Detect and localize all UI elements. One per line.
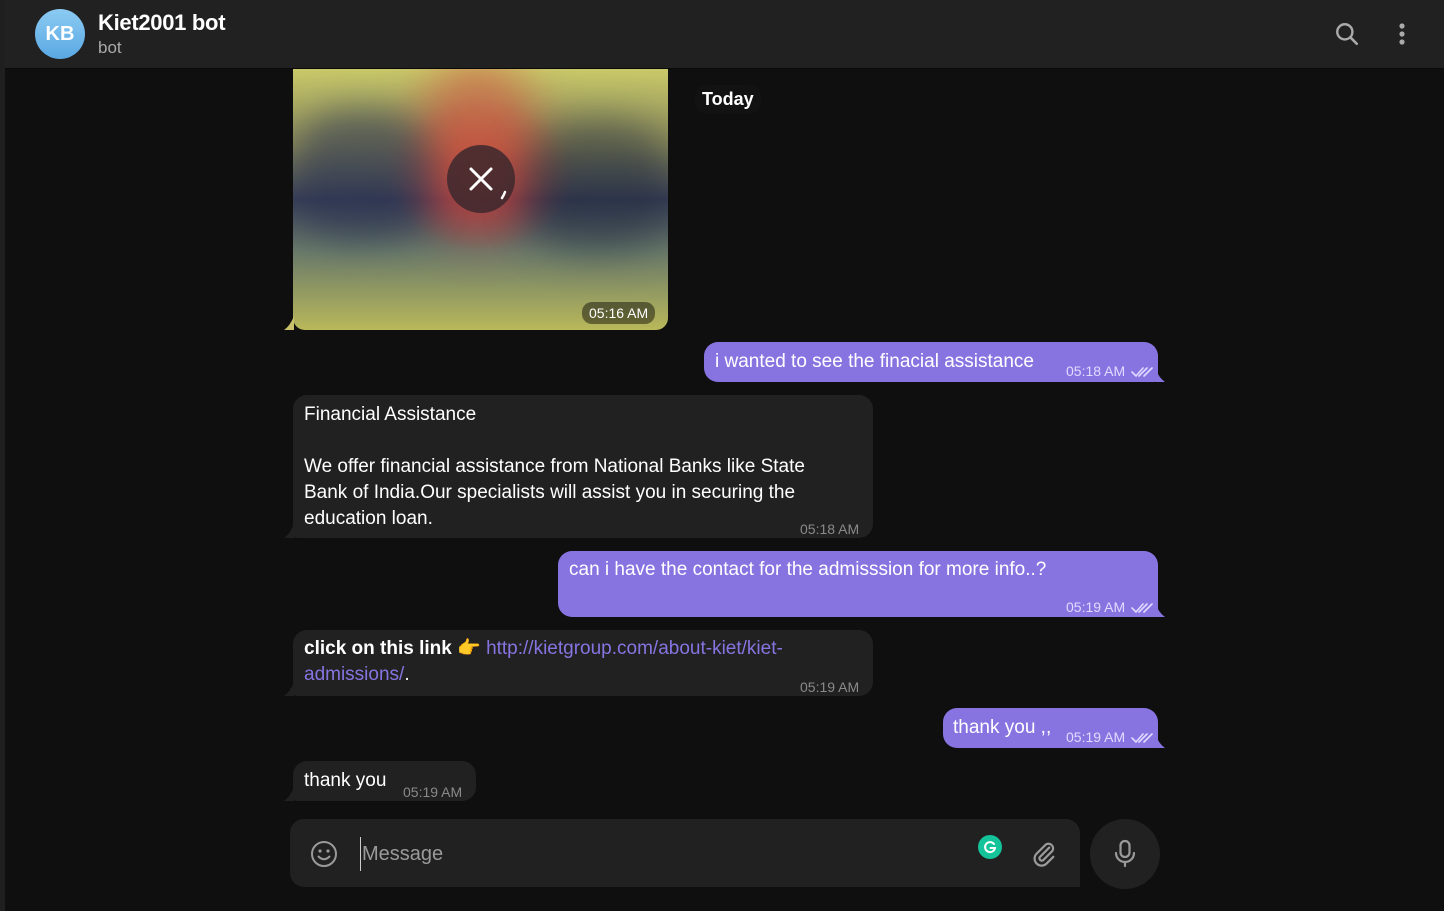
chat-title[interactable]: Kiet2001 bot xyxy=(98,10,226,36)
message-time: 05:18 AM xyxy=(1066,363,1126,379)
smile-icon xyxy=(311,841,337,867)
message-input[interactable] xyxy=(360,837,924,871)
message-time: 05:19 AM xyxy=(1066,729,1126,745)
media-blur xyxy=(293,109,433,239)
bubble-tail xyxy=(1155,734,1165,748)
message-text: can i have the contact for the admisssio… xyxy=(569,559,1047,580)
message-bubble-incoming[interactable]: Financial Assistance We offer financial … xyxy=(293,395,873,538)
message-bubble-outgoing[interactable]: i wanted to see the finacial assistance … xyxy=(704,342,1158,382)
date-divider: Today xyxy=(695,85,761,114)
bubble-tail xyxy=(284,524,294,538)
message-text: thank you ,, xyxy=(953,717,1052,738)
message-text-bold: click on this link xyxy=(304,638,452,659)
message-text: thank you xyxy=(304,770,387,791)
message-text: We offer financial assistance from Natio… xyxy=(304,456,805,529)
double-check-icon xyxy=(1131,367,1153,378)
message-text: . xyxy=(404,664,410,685)
more-options-button[interactable] xyxy=(1383,15,1421,53)
chat-subtitle: bot xyxy=(98,38,122,57)
cancel-download-icon xyxy=(469,167,507,200)
pointing-hand-emoji: 👉 xyxy=(457,638,481,659)
message-list[interactable]: 05:16 AM Today i wanted to see the finac… xyxy=(5,69,1444,911)
bubble-tail xyxy=(1155,603,1165,617)
search-button[interactable] xyxy=(1328,15,1366,53)
message-time: 05:18 AM xyxy=(800,521,860,537)
emoji-button[interactable] xyxy=(308,838,340,870)
cancel-download-button[interactable] xyxy=(447,145,515,213)
voice-record-button[interactable] xyxy=(1090,819,1160,889)
bubble-tail xyxy=(1155,368,1165,382)
attach-button[interactable] xyxy=(1028,838,1060,870)
microphone-icon xyxy=(1114,839,1136,868)
message-time: 05:19 AM xyxy=(403,784,463,800)
bubble-tail xyxy=(284,787,294,801)
bubble-tail xyxy=(284,682,294,696)
double-check-icon xyxy=(1131,733,1153,744)
more-vertical-icon xyxy=(1399,23,1405,45)
message-meta: 05:19 AM xyxy=(1066,594,1153,620)
double-check-icon xyxy=(1131,603,1153,614)
chat-header: KB Kiet2001 bot bot xyxy=(5,0,1444,69)
message-time: 05:16 AM xyxy=(582,302,656,324)
message-bubble-incoming[interactable]: click on this link 👉 http://kietgroup.co… xyxy=(293,630,873,696)
message-composer xyxy=(290,819,1080,887)
message-time: 05:19 AM xyxy=(800,679,860,695)
media-blur xyxy=(523,119,668,249)
grammarly-icon[interactable] xyxy=(978,835,1002,859)
message-heading: Financial Assistance xyxy=(304,404,477,425)
search-icon xyxy=(1336,23,1359,46)
message-bubble-outgoing[interactable]: thank you ,, 05:19 AM xyxy=(943,708,1158,748)
paperclip-icon xyxy=(1033,842,1055,867)
message-bubble-outgoing[interactable]: can i have the contact for the admisssio… xyxy=(558,551,1158,617)
media-message[interactable]: 05:16 AM xyxy=(293,69,668,330)
avatar[interactable]: KB xyxy=(35,9,85,59)
message-bubble-incoming[interactable]: thank you 05:19 AM xyxy=(293,761,476,801)
message-meta: 05:18 AM xyxy=(1066,358,1153,384)
message-time: 05:19 AM xyxy=(1066,599,1126,615)
bubble-tail xyxy=(284,316,294,330)
message-meta: 05:19 AM xyxy=(1066,724,1153,750)
message-text: i wanted to see the finacial assistance xyxy=(715,351,1034,372)
